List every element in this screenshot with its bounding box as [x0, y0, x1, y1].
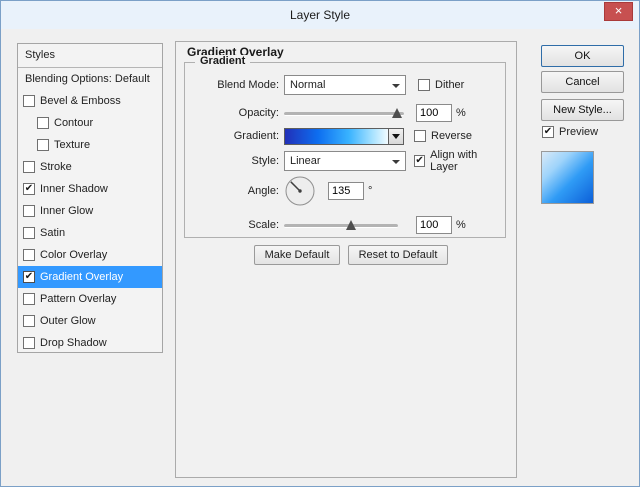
- style-row: Style: Linear Align with Layer: [195, 151, 501, 171]
- opacity-input[interactable]: [416, 104, 452, 122]
- scale-input[interactable]: [416, 216, 452, 234]
- sidebar-item-texture[interactable]: Texture: [18, 134, 162, 156]
- scale-row: Scale: %: [195, 215, 501, 235]
- sidebar-item-color-overlay[interactable]: Color Overlay: [18, 244, 162, 266]
- sidebar-item-label: Texture: [54, 139, 90, 151]
- window-title: Layer Style: [1, 1, 639, 29]
- sidebar-item-label: Bevel & Emboss: [40, 95, 121, 107]
- window-titlebar: Layer Style ×: [1, 1, 639, 29]
- dither-label: Dither: [435, 79, 464, 91]
- sidebar-item-label: Color Overlay: [40, 249, 107, 261]
- angle-dial[interactable]: [284, 175, 316, 207]
- sidebar-item-label: Satin: [40, 227, 65, 239]
- style-label: Style:: [195, 155, 279, 167]
- opacity-label: Opacity:: [195, 107, 279, 119]
- angle-row: Angle: °: [195, 173, 501, 209]
- opacity-unit: %: [456, 107, 466, 119]
- sidebar-item-blending-options[interactable]: Blending Options: Default: [18, 68, 162, 90]
- sidebar-item-gradient-overlay[interactable]: Gradient Overlay: [18, 266, 162, 288]
- color-overlay-checkbox[interactable]: [23, 249, 35, 261]
- align-with-layer-option[interactable]: Align with Layer: [414, 149, 501, 173]
- make-default-button[interactable]: Make Default: [254, 245, 340, 265]
- close-button[interactable]: ×: [604, 2, 633, 21]
- align-with-layer-checkbox[interactable]: [414, 155, 425, 167]
- cancel-button[interactable]: Cancel: [541, 71, 624, 93]
- gradient-groupbox: Gradient Blend Mode: Normal Dither Opaci…: [184, 62, 506, 238]
- blend-mode-select[interactable]: Normal: [284, 75, 406, 95]
- sidebar-item-label: Pattern Overlay: [40, 293, 116, 305]
- ok-button[interactable]: OK: [541, 45, 624, 67]
- slider-track: [284, 224, 398, 228]
- gradient-picker-button[interactable]: [388, 128, 404, 145]
- group-legend: Gradient: [195, 55, 250, 67]
- sidebar-item-label: Blending Options: Default: [25, 73, 150, 85]
- outer-glow-checkbox[interactable]: [23, 315, 35, 327]
- sidebar-item-label: Gradient Overlay: [40, 271, 123, 283]
- chevron-down-icon: [392, 160, 400, 164]
- sidebar-item-bevel-emboss[interactable]: Bevel & Emboss: [18, 90, 162, 112]
- scale-unit: %: [456, 219, 466, 231]
- bevel-emboss-checkbox[interactable]: [23, 95, 35, 107]
- blend-mode-label: Blend Mode:: [195, 79, 279, 91]
- reverse-option[interactable]: Reverse: [414, 130, 472, 142]
- angle-unit: °: [368, 185, 372, 197]
- sidebar-item-label: Drop Shadow: [40, 337, 107, 349]
- opacity-row: Opacity: %: [195, 103, 501, 123]
- scale-slider[interactable]: [284, 216, 398, 234]
- slider-thumb[interactable]: [346, 220, 356, 230]
- reset-to-default-button[interactable]: Reset to Default: [348, 245, 448, 265]
- gradient-overlay-panel: Gradient Overlay Gradient Blend Mode: No…: [175, 41, 517, 478]
- sidebar-item-label: Contour: [54, 117, 93, 129]
- style-value: Linear: [290, 155, 321, 167]
- stroke-checkbox[interactable]: [23, 161, 35, 173]
- sidebar-item-label: Inner Glow: [40, 205, 93, 217]
- sidebar-item-label: Inner Shadow: [40, 183, 108, 195]
- sidebar-item-stroke[interactable]: Stroke: [18, 156, 162, 178]
- preview-option[interactable]: Preview: [542, 126, 598, 138]
- sidebar-item-inner-glow[interactable]: Inner Glow: [18, 200, 162, 222]
- dither-option[interactable]: Dither: [418, 79, 464, 91]
- preview-label: Preview: [559, 126, 598, 138]
- reverse-label: Reverse: [431, 130, 472, 142]
- styles-panel-header: Styles: [18, 44, 162, 68]
- blend-mode-value: Normal: [290, 79, 325, 91]
- sidebar-item-label: Stroke: [40, 161, 72, 173]
- slider-thumb[interactable]: [392, 108, 402, 118]
- dither-checkbox[interactable]: [418, 79, 430, 91]
- sidebar-item-inner-shadow[interactable]: Inner Shadow: [18, 178, 162, 200]
- angle-input[interactable]: [328, 182, 364, 200]
- align-with-layer-label: Align with Layer: [430, 149, 501, 173]
- slider-track: [284, 112, 404, 116]
- layer-style-dialog: Layer Style × Styles Blending Options: D…: [0, 0, 640, 487]
- inner-glow-checkbox[interactable]: [23, 205, 35, 217]
- style-select[interactable]: Linear: [284, 151, 406, 171]
- opacity-slider[interactable]: [284, 104, 404, 122]
- sidebar-item-contour[interactable]: Contour: [18, 112, 162, 134]
- contour-checkbox[interactable]: [37, 117, 49, 129]
- texture-checkbox[interactable]: [37, 139, 49, 151]
- sidebar-item-satin[interactable]: Satin: [18, 222, 162, 244]
- angle-label: Angle:: [195, 185, 279, 197]
- inner-shadow-checkbox[interactable]: [23, 183, 35, 195]
- gradient-label: Gradient:: [195, 130, 279, 142]
- gradient-row: Gradient: Reverse: [195, 126, 501, 146]
- satin-checkbox[interactable]: [23, 227, 35, 239]
- styles-panel: Styles Blending Options: Default Bevel &…: [17, 43, 163, 353]
- chevron-down-icon: [392, 84, 400, 88]
- gradient-swatch[interactable]: [284, 128, 388, 145]
- gradient-overlay-checkbox[interactable]: [23, 271, 35, 283]
- sidebar-item-drop-shadow[interactable]: Drop Shadow: [18, 332, 162, 354]
- sidebar-item-outer-glow[interactable]: Outer Glow: [18, 310, 162, 332]
- new-style-button[interactable]: New Style...: [541, 99, 624, 121]
- sidebar-item-label: Outer Glow: [40, 315, 96, 327]
- pattern-overlay-checkbox[interactable]: [23, 293, 35, 305]
- blend-mode-row: Blend Mode: Normal Dither: [195, 75, 501, 95]
- drop-shadow-checkbox[interactable]: [23, 337, 35, 349]
- sidebar-item-pattern-overlay[interactable]: Pattern Overlay: [18, 288, 162, 310]
- reverse-checkbox[interactable]: [414, 130, 426, 142]
- preview-thumbnail: [541, 151, 594, 204]
- scale-label: Scale:: [195, 219, 279, 231]
- preview-checkbox[interactable]: [542, 126, 554, 138]
